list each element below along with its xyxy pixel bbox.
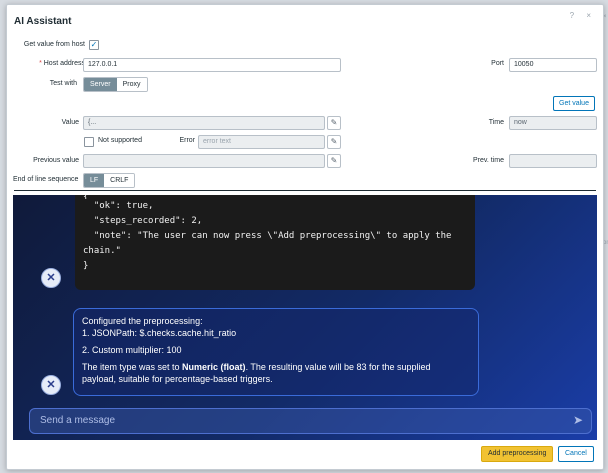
- host-address-label-text: Host address: [43, 60, 85, 67]
- section-divider: [14, 190, 596, 191]
- error-label: Error: [179, 137, 195, 144]
- port-input[interactable]: 10050: [509, 58, 597, 72]
- eol-toggle: LF CRLF: [83, 173, 136, 188]
- message-numeric-float: Numeric (float): [182, 362, 246, 372]
- message-input[interactable]: Send a message ➤: [29, 408, 592, 434]
- chat-panel[interactable]: { "ok": true, "steps_recorded": 2, "note…: [13, 195, 597, 440]
- previous-value-edit-pencil-icon[interactable]: ✎: [327, 154, 341, 168]
- test-with-label: Test with: [49, 80, 77, 87]
- message-line-4d: payload, suitable for percentage-based t…: [82, 374, 273, 384]
- previous-value-label: Previous value: [33, 157, 79, 164]
- previous-value-input[interactable]: [83, 154, 325, 168]
- assistant-message-bubble: Configured the preprocessing: 1. JSONPath…: [73, 308, 479, 396]
- port-label: Port: [491, 60, 504, 67]
- get-value-button[interactable]: Get value: [553, 96, 595, 111]
- value-edit-pencil-icon[interactable]: ✎: [327, 116, 341, 130]
- message-line-3-prefix: 2. Custom multiplier:: [82, 345, 167, 355]
- error-input[interactable]: error text: [198, 135, 325, 149]
- send-icon[interactable]: ➤: [573, 413, 583, 427]
- code-block: { "ok": true, "steps_recorded": 2, "note…: [75, 195, 475, 290]
- code-line: "steps_recorded": 2,: [83, 216, 203, 226]
- ai-assistant-dialog: AI Assistant ? × Get value from host ✓ *…: [6, 4, 604, 470]
- eol-lf-option[interactable]: LF: [84, 174, 105, 187]
- error-edit-pencil-icon[interactable]: ✎: [327, 135, 341, 149]
- host-address-input[interactable]: 127.0.0.1: [83, 58, 341, 72]
- message-line-4a: The item type was set to: [82, 362, 183, 372]
- value-label: Value: [61, 119, 79, 126]
- value-input[interactable]: {...: [83, 116, 325, 130]
- get-value-from-host-label: Get value from host: [23, 41, 85, 48]
- prev-time-input[interactable]: [509, 154, 597, 168]
- code-line: "note": "The user can now press \"Add pr…: [83, 231, 452, 241]
- test-with-proxy-option[interactable]: Proxy: [116, 78, 147, 91]
- message-input-placeholder: Send a message: [40, 415, 116, 426]
- host-address-label: * Host address: [15, 60, 85, 67]
- message-line: 2. Custom multiplier: 100: [82, 344, 470, 356]
- message-line-3-value: 100: [166, 345, 182, 355]
- close-icon[interactable]: ×: [586, 11, 596, 20]
- time-label: Time: [488, 119, 504, 126]
- code-line: "ok": true,: [83, 201, 154, 211]
- message-line: The item type was set to Numeric (float)…: [82, 361, 470, 385]
- code-line: }: [83, 261, 89, 271]
- dialog-header-icons: ? ×: [570, 11, 596, 20]
- message-line-4c: . The resulting value will be 83 for the…: [245, 362, 431, 372]
- dialog-title: AI Assistant: [14, 16, 72, 27]
- add-preprocessing-button[interactable]: Add preprocessing: [481, 446, 554, 462]
- time-input[interactable]: now: [509, 116, 597, 130]
- test-with-toggle: Server Proxy: [83, 77, 148, 92]
- message-line-2: 1. JSONPath: $.checks.cache.hit_ratio: [82, 328, 237, 338]
- prev-time-label: Prev. time: [473, 157, 504, 164]
- not-supported-checkbox[interactable]: ✓: [84, 137, 94, 147]
- message-line-1: Configured the preprocessing:: [82, 316, 203, 326]
- eol-crlf-option[interactable]: CRLF: [104, 174, 135, 187]
- cancel-button[interactable]: Cancel: [558, 446, 594, 462]
- help-icon[interactable]: ?: [570, 11, 579, 20]
- not-supported-label: Not supported: [98, 137, 142, 144]
- test-with-server-option[interactable]: Server: [84, 78, 117, 91]
- assistant-avatar-icon: ✕: [41, 375, 61, 395]
- message-line: Configured the preprocessing: 1. JSONPath…: [82, 315, 470, 339]
- code-line: chain.": [83, 246, 121, 256]
- eol-label: End of line sequence: [13, 176, 79, 183]
- assistant-avatar-icon: ✕: [41, 268, 61, 288]
- get-value-from-host-checkbox[interactable]: ✓: [89, 40, 99, 50]
